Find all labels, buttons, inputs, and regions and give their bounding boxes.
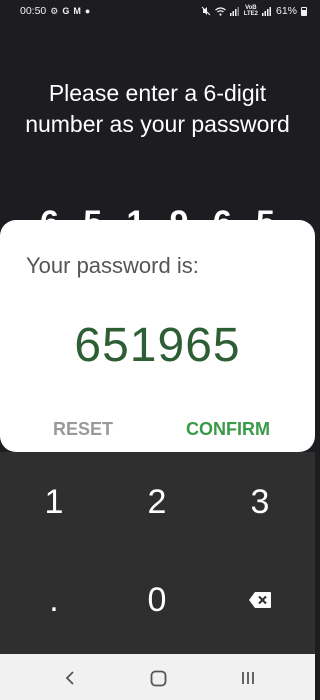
nav-home-button[interactable]: [146, 667, 170, 689]
nav-back-icon: [65, 671, 74, 685]
volte-indicator: VoB LTE2: [244, 5, 258, 17]
backspace-icon: [249, 592, 271, 608]
status-bar: 00:50 ⚙ G M ● VoB LTE2 61%: [0, 0, 315, 22]
google-icon: G: [62, 5, 70, 16]
password-confirm-dialog: Your password is: 651965 RESET CONFIRM: [0, 220, 315, 452]
dialog-title: Your password is:: [26, 253, 199, 278]
signal-icon: [229, 6, 239, 16]
password-value: 651965: [74, 319, 241, 372]
mute-icon: [201, 6, 211, 16]
nav-back-button[interactable]: [58, 667, 82, 689]
battery-percent: 61%: [275, 5, 297, 17]
confirm-button[interactable]: CONFIRM: [186, 419, 270, 440]
status-left: 00:50 ⚙ G M ●: [20, 5, 90, 17]
key-3[interactable]: 3: [210, 452, 310, 552]
password-prompt: Please enter a 6-digit number as your pa…: [25, 80, 290, 137]
key-decimal[interactable]: .: [4, 550, 104, 650]
reset-button[interactable]: RESET: [53, 419, 113, 440]
nav-recent-icon: [242, 672, 254, 684]
battery-icon: [301, 6, 307, 16]
signal-icon-2: [261, 6, 271, 16]
navigation-bar: [0, 654, 315, 700]
wifi-icon: [214, 6, 226, 16]
backspace-button[interactable]: [210, 550, 310, 650]
key-2[interactable]: 2: [107, 452, 207, 552]
numeric-keypad: 1 2 3 . 0: [0, 452, 315, 654]
status-right: VoB LTE2 61%: [201, 5, 307, 17]
status-time: 00:50: [20, 5, 47, 17]
nav-recent-button[interactable]: [236, 667, 260, 689]
dot-icon: ●: [84, 5, 91, 16]
nav-home-icon: [150, 670, 166, 686]
volte-line2: LTE2: [243, 11, 258, 17]
gear-icon: ⚙: [50, 5, 59, 16]
gmail-icon: M: [73, 5, 81, 16]
key-0[interactable]: 0: [107, 550, 207, 650]
key-1[interactable]: 1: [4, 452, 104, 552]
